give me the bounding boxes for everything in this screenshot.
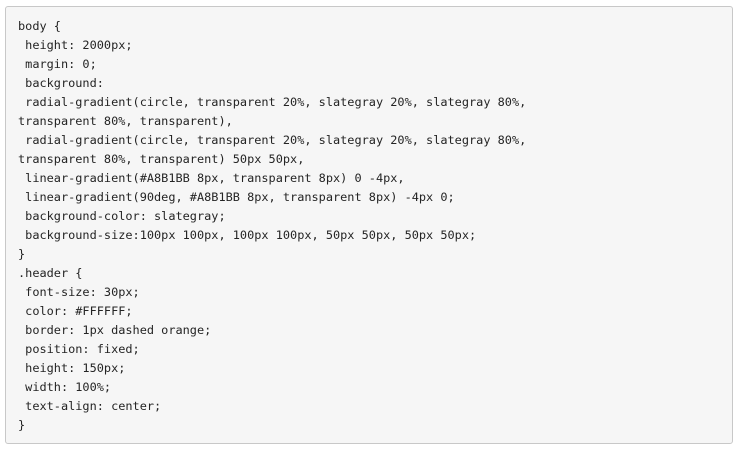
code-line: position: fixed; [18, 342, 140, 356]
code-line: body { [18, 19, 61, 33]
code-line: radial-gradient(circle, transparent 20%,… [18, 95, 527, 109]
code-line: .header { [18, 266, 83, 280]
code-line: margin: 0; [18, 57, 97, 71]
code-line: width: 100%; [18, 380, 112, 394]
code-line: border: 1px dashed orange; [18, 323, 212, 337]
code-line: background-color: slategray; [18, 209, 226, 223]
code-line: font-size: 30px; [18, 285, 140, 299]
code-line: transparent 80%, transparent), [18, 114, 233, 128]
code-block: body { height: 2000px; margin: 0; backgr… [5, 6, 733, 444]
code-line: color: #FFFFFF; [18, 304, 133, 318]
code-line: linear-gradient(90deg, #A8B1BB 8px, tran… [18, 190, 455, 204]
code-line: } [18, 418, 26, 432]
code-line: height: 2000px; [18, 38, 133, 52]
code-line: } [18, 247, 26, 261]
code-line: background: [18, 76, 104, 90]
code-line: height: 150px; [18, 361, 126, 375]
code-line: transparent 80%, transparent) 50px 50px, [18, 152, 305, 166]
code-line: radial-gradient(circle, transparent 20%,… [18, 133, 527, 147]
code-line: text-align: center; [18, 399, 162, 413]
code-line: linear-gradient(#A8B1BB 8px, transparent… [18, 171, 405, 185]
code-line: background-size:100px 100px, 100px 100px… [18, 228, 477, 242]
